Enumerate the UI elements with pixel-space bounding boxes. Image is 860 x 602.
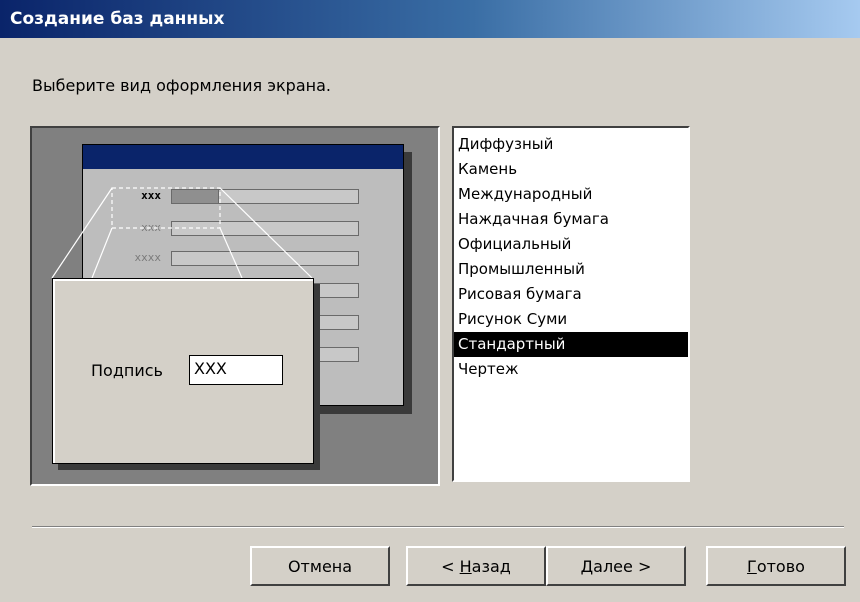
style-preview: xxx xxx xxxx Подпись XXX — [30, 126, 440, 486]
next-accel: Д — [580, 556, 594, 576]
style-option[interactable]: Чертеж — [454, 357, 688, 382]
style-option[interactable]: Промышленный — [454, 257, 688, 282]
style-option[interactable]: Рисовая бумага — [454, 282, 688, 307]
zoom-caption: Подпись — [91, 361, 163, 380]
title-bar: Создание баз данных — [0, 0, 860, 38]
style-option[interactable]: Международный — [454, 182, 688, 207]
style-option[interactable]: Наждачная бумага — [454, 207, 688, 232]
style-option-selected[interactable]: Стандартный — [454, 332, 688, 357]
style-option[interactable]: Рисунок Суми — [454, 307, 688, 332]
zoom-sample-input: XXX — [189, 355, 283, 385]
button-separator — [32, 526, 844, 528]
style-listbox[interactable]: Диффузный Камень Международный Наждачная… — [452, 126, 690, 482]
window-title: Создание баз данных — [10, 9, 225, 29]
style-option[interactable]: Камень — [454, 157, 688, 182]
next-button[interactable]: Далее > — [546, 546, 686, 586]
cancel-button[interactable]: Отмена — [250, 546, 390, 586]
back-label: азад — [471, 556, 511, 576]
style-option[interactable]: Диффузный — [454, 132, 688, 157]
zoomed-control-preview: Подпись XXX — [52, 278, 314, 464]
finish-button[interactable]: Готово — [706, 546, 846, 586]
cancel-label: Отмена — [287, 556, 353, 576]
style-option[interactable]: Официальный — [454, 232, 688, 257]
back-accel: Н — [459, 556, 472, 576]
instruction-text: Выберите вид оформления экрана. — [32, 76, 331, 95]
back-prefix: < — [441, 556, 460, 576]
finish-label: отово — [756, 556, 805, 576]
finish-accel: Г — [747, 556, 757, 576]
back-button[interactable]: < Назад — [406, 546, 546, 586]
next-label: алее > — [593, 556, 652, 576]
